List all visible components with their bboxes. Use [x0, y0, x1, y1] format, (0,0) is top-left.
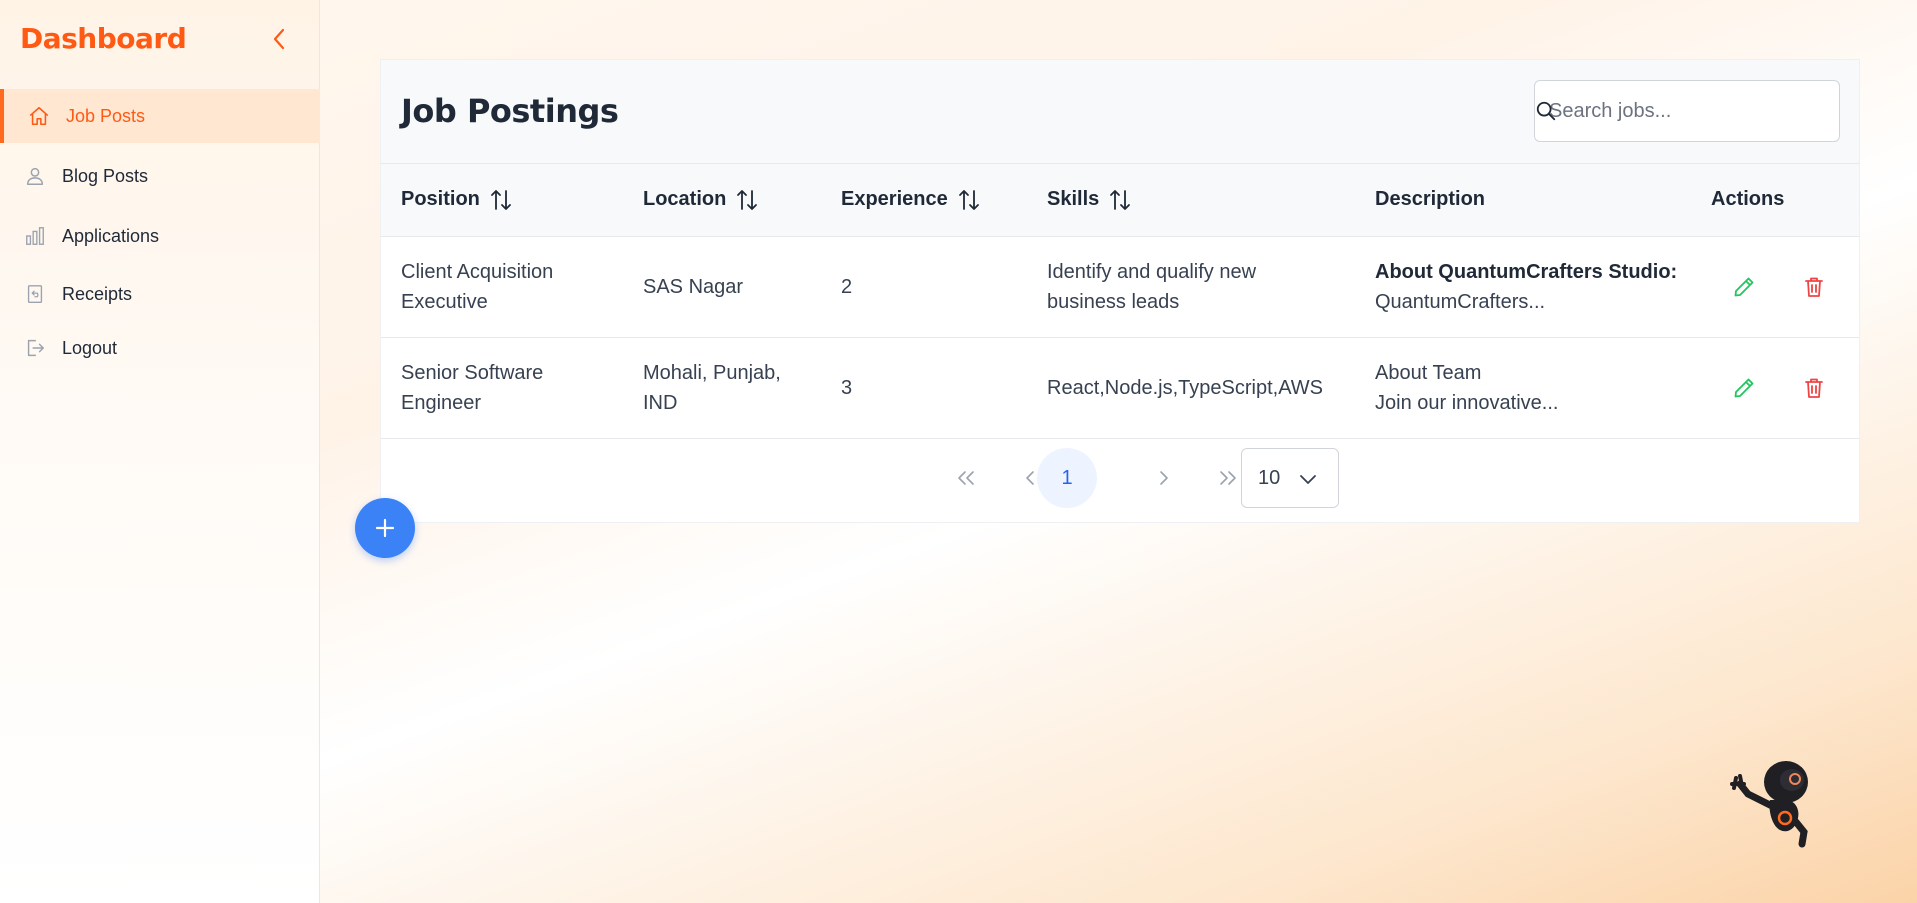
- sidebar-item-job-posts[interactable]: Job Posts: [0, 89, 320, 143]
- trash-icon: [1805, 277, 1823, 297]
- sidebar-item-label: Job Posts: [66, 105, 146, 126]
- table-header-row: Position Location Experience Skills Desc…: [381, 164, 1859, 237]
- first-page-button[interactable]: [936, 448, 996, 508]
- cell-position: Client Acquisition Executive: [381, 236, 643, 338]
- chevrons-right-icon: [1220, 471, 1236, 485]
- receipt-icon: [27, 285, 43, 303]
- brand-title: Dashboard: [20, 22, 187, 55]
- card-header: Job Postings: [381, 60, 1859, 164]
- chevron-left-icon: [1026, 471, 1034, 485]
- description-text: QuantumCrafters...: [1375, 290, 1546, 313]
- sidebar-item-applications[interactable]: Applications: [0, 209, 320, 263]
- column-header-label: Location: [643, 188, 727, 211]
- pencil-icon: [1734, 277, 1754, 296]
- pagination: 1 10: [381, 448, 1861, 508]
- delete-button[interactable]: [1799, 272, 1829, 302]
- column-header-label: Actions: [1711, 188, 1785, 211]
- description-text: Join our innovative...: [1375, 391, 1559, 414]
- chat-assistant-robot[interactable]: [1722, 748, 1832, 858]
- cell-skills: Identify and qualify new business leads: [1047, 236, 1375, 338]
- home-icon: [29, 106, 49, 126]
- chevrons-left-icon: [958, 471, 974, 485]
- table-row[interactable]: Senior Software Engineer Mohali, Punjab,…: [381, 337, 1859, 439]
- search-input[interactable]: [1535, 81, 1839, 141]
- search-box: [1534, 80, 1840, 142]
- next-page-button[interactable]: [1133, 448, 1193, 508]
- cell-experience: 2: [841, 236, 1047, 338]
- page-size-value: 10: [1258, 466, 1281, 489]
- sort-icon[interactable]: [958, 188, 980, 212]
- sidebar-item-logout[interactable]: Logout: [0, 323, 320, 373]
- column-header-experience[interactable]: Experience: [841, 164, 1047, 237]
- column-header-actions: Actions: [1711, 164, 1859, 237]
- cell-position: Senior Software Engineer: [381, 337, 643, 439]
- plus-icon: [375, 518, 395, 538]
- sidebar-nav: Job Posts Blog Posts Applications Receip…: [0, 89, 320, 377]
- sidebar-item-blog-posts[interactable]: Blog Posts: [0, 149, 320, 203]
- column-header-label: Position: [401, 188, 480, 211]
- cell-actions: [1711, 236, 1859, 338]
- page-number-button[interactable]: 1: [1037, 448, 1097, 508]
- column-header-position[interactable]: Position: [381, 164, 643, 237]
- chevron-right-icon: [1160, 471, 1168, 485]
- cell-experience: 3: [841, 337, 1047, 439]
- edit-button[interactable]: [1729, 272, 1759, 302]
- sort-icon[interactable]: [1109, 188, 1131, 212]
- column-header-description: Description: [1375, 164, 1711, 237]
- bar-chart-icon: [26, 227, 44, 245]
- column-header-location[interactable]: Location: [643, 164, 841, 237]
- column-header-skills[interactable]: Skills: [1047, 164, 1375, 237]
- cell-skills: React,Node.js,TypeScript,AWS: [1047, 337, 1375, 439]
- description-heading: About Team: [1375, 361, 1482, 384]
- table-row[interactable]: Client Acquisition Executive SAS Nagar 2…: [381, 236, 1859, 338]
- job-table: Position Location Experience Skills Desc…: [381, 164, 1859, 439]
- column-header-label: Experience: [841, 188, 948, 211]
- pencil-icon: [1734, 378, 1754, 397]
- sidebar-item-label: Logout: [62, 337, 118, 358]
- collapse-sidebar-button[interactable]: [266, 24, 292, 54]
- column-header-label: Skills: [1047, 188, 1100, 211]
- page-title: Job Postings: [401, 92, 619, 130]
- cell-location: SAS Nagar: [643, 236, 841, 338]
- chevron-left-icon: [273, 28, 285, 50]
- sidebar-item-label: Blog Posts: [62, 165, 149, 186]
- page-size-select[interactable]: 10: [1241, 448, 1339, 508]
- robot-icon: [1730, 761, 1808, 848]
- sidebar-item-receipts[interactable]: Receipts: [0, 269, 320, 319]
- sort-icon[interactable]: [736, 188, 758, 212]
- cell-description: About Team Join our innovative...: [1375, 337, 1711, 439]
- add-job-button[interactable]: [355, 498, 415, 558]
- cell-location: Mohali, Punjab, IND: [643, 337, 841, 439]
- chevron-down-icon: [1300, 475, 1316, 484]
- user-icon: [26, 167, 44, 185]
- cell-actions: [1711, 337, 1859, 439]
- trash-icon: [1805, 378, 1823, 398]
- column-header-label: Description: [1375, 188, 1486, 211]
- cell-description: About QuantumCrafters Studio: QuantumCra…: [1375, 236, 1711, 338]
- sidebar: Dashboard Job Posts Blog Posts Applicati…: [0, 0, 320, 903]
- sidebar-item-label: Receipts: [62, 283, 133, 304]
- job-postings-card: Job Postings Position: [380, 59, 1860, 523]
- description-heading: About QuantumCrafters Studio:: [1375, 260, 1678, 283]
- logout-icon: [27, 339, 44, 357]
- sidebar-item-label: Applications: [62, 225, 160, 246]
- edit-button[interactable]: [1729, 373, 1759, 403]
- sort-icon[interactable]: [490, 188, 512, 212]
- delete-button[interactable]: [1799, 373, 1829, 403]
- search-icon: [1536, 101, 1556, 121]
